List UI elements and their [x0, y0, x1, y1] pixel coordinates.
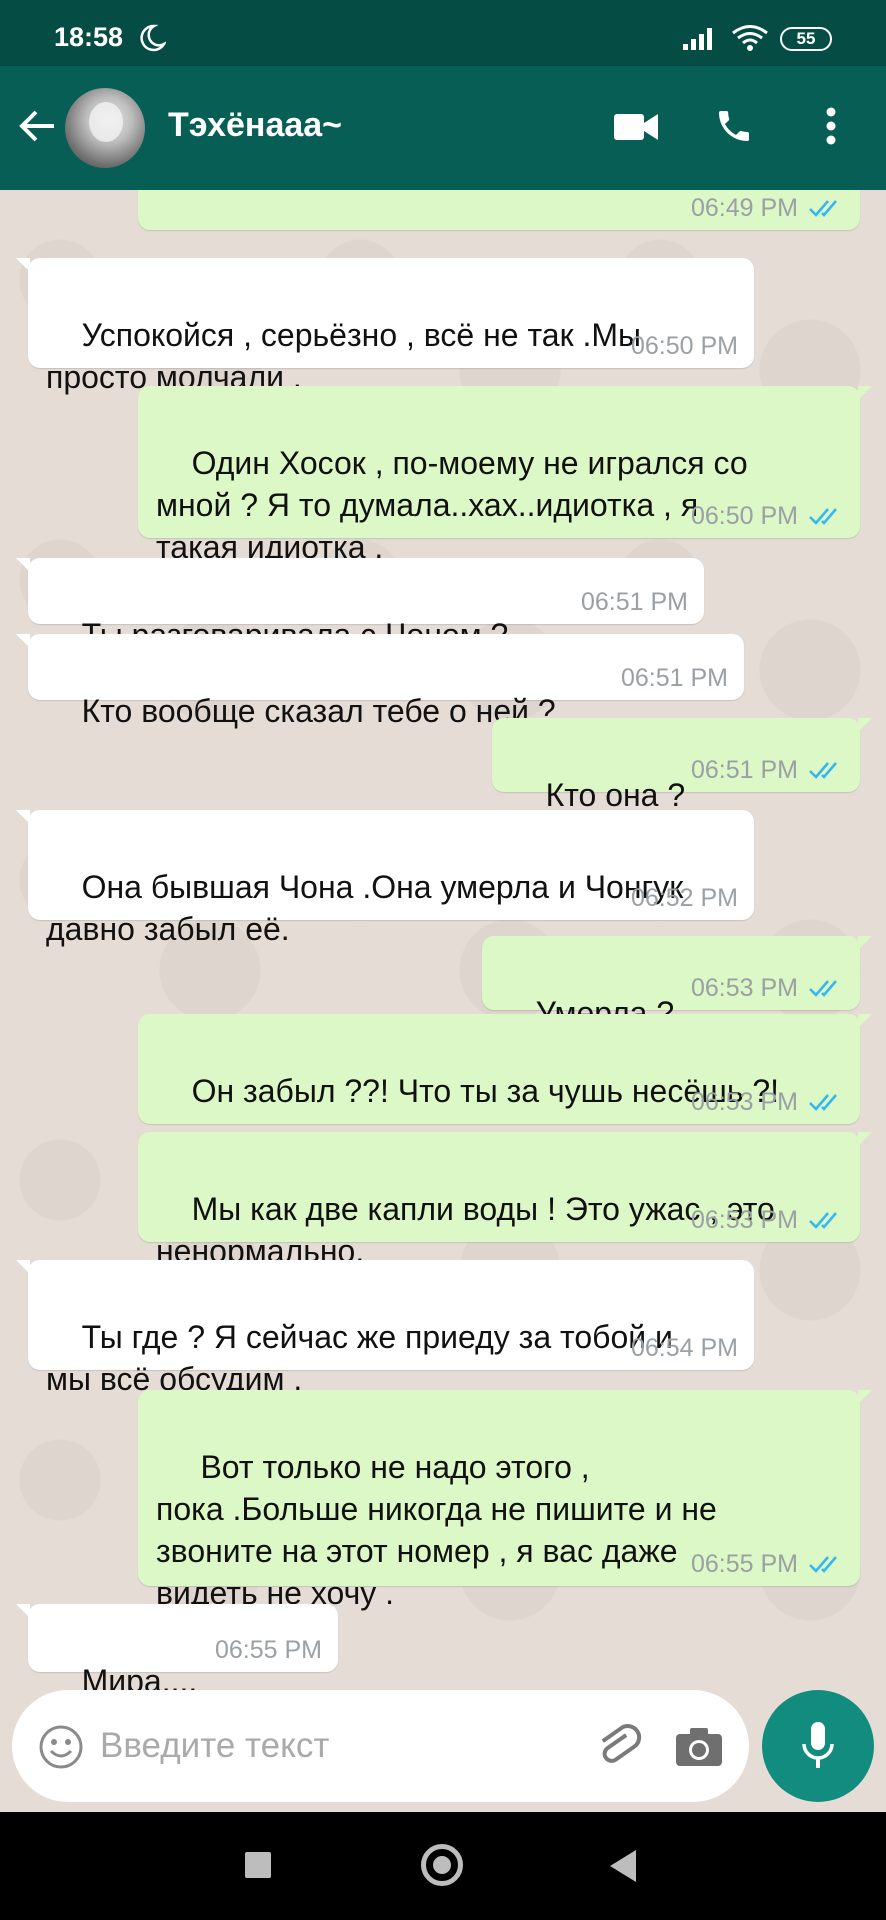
message-incoming[interactable]: Ты разговаривала с Чоном ? 06:51 PM: [16, 558, 704, 653]
home-button[interactable]: [421, 1844, 463, 1886]
read-ticks-icon: [808, 1209, 844, 1231]
message-incoming[interactable]: Она бывшая Чона .Она умерла и Чонгук дав…: [16, 810, 754, 947]
more-options-icon[interactable]: [825, 106, 837, 151]
read-ticks-icon: [808, 1553, 844, 1575]
message-meta: 06:49 PM: [691, 194, 844, 222]
message-meta: 06:53 PM: [691, 1206, 844, 1234]
message-meta: 06:53 PM: [691, 974, 844, 1002]
message-meta: 06:51 PM: [691, 756, 844, 784]
back-arrow-icon[interactable]: [18, 106, 58, 151]
read-ticks-icon: [808, 505, 844, 527]
system-navigation-bar: [0, 1812, 886, 1920]
read-ticks-icon: [808, 1091, 844, 1113]
message-meta: 06:51 PM: [580, 588, 688, 616]
contact-name[interactable]: Тэхёнааа~: [168, 106, 342, 145]
status-bar: 18:58 55: [0, 0, 886, 66]
message-incoming[interactable]: Мира.... 06:55 PM: [16, 1604, 338, 1690]
read-ticks-icon: [808, 759, 844, 781]
message-meta: 06:53 PM: [691, 1088, 844, 1116]
contact-avatar[interactable]: [65, 88, 145, 168]
message-meta: 06:51 PM: [620, 664, 728, 692]
battery-indicator: 55: [780, 27, 832, 51]
read-ticks-icon: [808, 197, 844, 219]
phone-call-icon[interactable]: [714, 106, 754, 151]
message-input[interactable]: Введите текст: [100, 1726, 329, 1766]
chat-header: Тэхёнааа~: [0, 66, 886, 190]
camera-icon[interactable]: [674, 1726, 724, 1773]
status-time: 18:58: [54, 22, 124, 52]
message-outgoing[interactable]: Мы как две капли воды ! Это ужас , это н…: [138, 1132, 872, 1269]
moon-icon: [140, 24, 168, 57]
system-back-button[interactable]: [610, 1850, 636, 1882]
signal-icon: [683, 26, 719, 55]
message-meta: 06:50 PM: [630, 332, 738, 360]
message-incoming[interactable]: Кто вообще сказал тебе о ней ? 06:51 PM: [16, 634, 744, 729]
mic-icon: [802, 1722, 834, 1768]
message-meta: 06:50 PM: [691, 502, 844, 530]
video-call-icon[interactable]: [614, 112, 658, 147]
wifi-icon: [731, 24, 769, 57]
message-outgoing[interactable]: Умерла ? 06:53 PM: [482, 936, 872, 1031]
message-outgoing[interactable]: 06:49 PM: [138, 190, 860, 230]
recents-button[interactable]: [245, 1852, 271, 1878]
message-outgoing[interactable]: Он забыл ??! Что ты за чушь несёшь ?! 06…: [138, 1014, 872, 1124]
message-composer[interactable]: Введите текст: [12, 1690, 749, 1802]
message-meta: 06:54 PM: [630, 1334, 738, 1362]
attach-icon[interactable]: [594, 1722, 644, 1777]
message-outgoing[interactable]: Один Хосок , по-моему не игрался со мной…: [138, 386, 872, 565]
message-outgoing[interactable]: Вот только не надо этого , пока .Больше …: [138, 1390, 872, 1611]
message-incoming[interactable]: Ты где ? Я сейчас же приеду за тобой и м…: [16, 1260, 754, 1397]
read-ticks-icon: [808, 977, 844, 999]
emoji-icon[interactable]: [38, 1724, 84, 1775]
message-incoming[interactable]: Успокойся , серьёзно , всё не так .Мы пр…: [16, 258, 754, 395]
message-meta: 06:55 PM: [214, 1636, 322, 1664]
mic-button[interactable]: [762, 1690, 874, 1802]
message-outgoing[interactable]: Кто она ? 06:51 PM: [492, 718, 872, 813]
message-meta: 06:52 PM: [630, 884, 738, 912]
message-meta: 06:55 PM: [691, 1550, 844, 1578]
message-list[interactable]: 06:49 PM Успокойся , серьёзно , всё не т…: [0, 190, 886, 1690]
